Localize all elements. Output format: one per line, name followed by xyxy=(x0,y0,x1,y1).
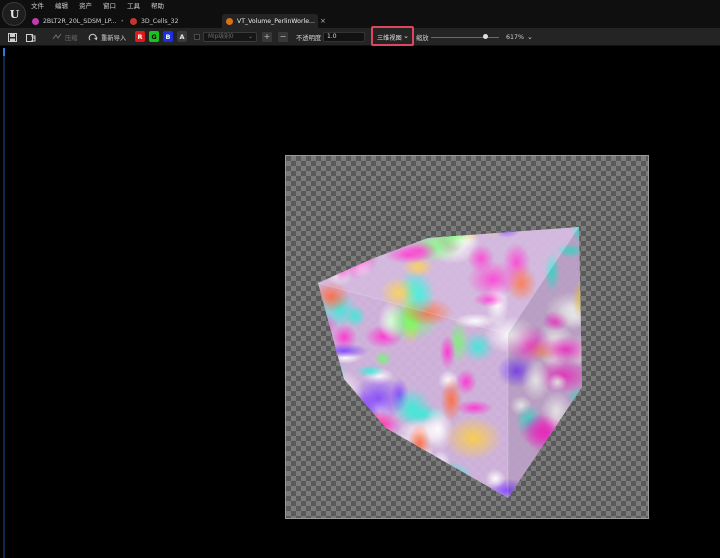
noise-blob xyxy=(391,387,433,427)
noise-blob xyxy=(366,447,390,462)
viewport-focus-indicator xyxy=(3,48,5,56)
noise-blob xyxy=(407,423,432,464)
channel-g-toggle[interactable]: G xyxy=(149,31,159,42)
noise-blob xyxy=(548,435,582,456)
noise-blob xyxy=(485,468,506,489)
chevron-down-icon: ⌄ xyxy=(527,33,533,41)
noise-blob xyxy=(429,449,451,479)
noise-blob xyxy=(331,401,374,449)
tab-label: 2BLT2R_20L_SDSM_LP... xyxy=(43,17,117,25)
tab-label: 3D_Cells_32 xyxy=(141,17,179,25)
compress-icon xyxy=(52,33,62,40)
noise-blob xyxy=(323,419,378,433)
compress-button[interactable]: 压缩 xyxy=(52,28,78,46)
material-asset-icon xyxy=(32,17,39,25)
viewport-left-border xyxy=(3,48,5,558)
zoom-label: 缩放 xyxy=(416,34,429,42)
opacity-input[interactable]: 1.0 xyxy=(323,32,365,42)
editor-toolbar: 压缩 重新导入 R G B A Mip级别0 ⌄ + − 不透明度 1.0 缩放… xyxy=(0,28,720,46)
noise-blob xyxy=(440,377,463,423)
menu-file[interactable]: 文件 xyxy=(31,1,51,11)
texture-preview-canvas[interactable] xyxy=(285,155,649,519)
checkbox-icon xyxy=(194,34,200,40)
tab-3d-cells[interactable]: 3D_Cells_32 xyxy=(126,14,222,28)
browse-asset-icon xyxy=(25,31,37,43)
noise-blob xyxy=(319,343,369,358)
noise-blob xyxy=(318,346,342,379)
compress-label: 压缩 xyxy=(65,34,78,42)
noise-blob xyxy=(373,350,393,367)
noise-blob xyxy=(318,246,336,277)
zoom-dropdown[interactable]: 617% ⌄ xyxy=(506,28,533,46)
document-tabs: 2BLT2R_20L_SDSM_LP... • 3D_Cells_32 VT_V… xyxy=(28,12,326,28)
noise-blob xyxy=(322,433,378,455)
zoom-value: 617% xyxy=(506,33,525,41)
reimport-icon xyxy=(88,33,98,40)
close-tab-icon[interactable]: × xyxy=(320,17,326,25)
tab-2blt2r[interactable]: 2BLT2R_20L_SDSM_LP... • xyxy=(28,14,126,28)
reimport-button[interactable]: 重新导入 xyxy=(88,28,126,46)
tab-label: VT_Volume_PerlinWorle... xyxy=(237,17,315,25)
noise-blob xyxy=(318,413,351,446)
menu-tools[interactable]: 工具 xyxy=(127,1,147,11)
menu-help[interactable]: 帮助 xyxy=(151,1,171,11)
chevron-down-icon: ⌄ xyxy=(403,32,409,40)
noise-blob xyxy=(439,334,456,370)
mip-checkbox[interactable] xyxy=(194,28,200,46)
noise-blob xyxy=(318,291,332,334)
texture-asset-icon xyxy=(130,17,137,25)
save-icon xyxy=(6,31,18,43)
zoom-slider[interactable] xyxy=(431,37,499,38)
tab-vt-volume[interactable]: VT_Volume_PerlinWorle... × xyxy=(222,14,326,28)
unreal-logo-icon[interactable]: U xyxy=(2,2,26,26)
save-button[interactable] xyxy=(6,28,18,46)
menu-edit[interactable]: 编辑 xyxy=(55,1,75,11)
channel-r-toggle[interactable]: R xyxy=(135,31,145,42)
view-mode-label: 三维视图 xyxy=(377,35,402,42)
noise-blob xyxy=(374,227,411,245)
noise-blob xyxy=(554,439,582,455)
noise-blob xyxy=(577,227,582,241)
noise-blob xyxy=(345,304,367,329)
channel-a-toggle[interactable]: A xyxy=(177,31,187,42)
noise-blob xyxy=(323,227,358,258)
unsaved-dot-icon: • xyxy=(120,17,125,25)
noise-blob xyxy=(375,478,418,496)
noise-blob xyxy=(348,391,378,432)
menu-asset[interactable]: 资产 xyxy=(79,1,99,11)
menu-window[interactable]: 窗口 xyxy=(103,1,123,11)
mip-level-label: Mip级别0 xyxy=(208,34,234,40)
zoom-slider-handle[interactable] xyxy=(482,34,488,39)
channel-b-toggle[interactable]: B xyxy=(163,31,173,42)
view-mode-dropdown[interactable]: 三维视图 ⌄ xyxy=(371,26,414,46)
noise-blob xyxy=(318,368,364,416)
noise-blob xyxy=(518,484,540,498)
main-menu: 文件 编辑 资产 窗口 工具 帮助 xyxy=(31,1,175,11)
mip-increase-button[interactable]: + xyxy=(262,32,272,42)
mip-decrease-button[interactable]: − xyxy=(278,32,288,42)
noise-blob xyxy=(423,475,449,498)
noise-blob xyxy=(353,430,400,451)
noise-blob xyxy=(326,233,351,257)
reimport-label: 重新导入 xyxy=(101,34,127,42)
noise-blob xyxy=(397,453,444,497)
browse-asset-button[interactable] xyxy=(25,28,37,46)
noise-blob xyxy=(550,461,582,498)
chevron-down-icon: ⌄ xyxy=(248,34,253,40)
noise-blob xyxy=(444,415,503,461)
volume-texture-asset-icon xyxy=(226,17,233,25)
volume-cube-render xyxy=(317,227,582,498)
opacity-label: 不透明度 xyxy=(296,34,322,42)
noise-blob xyxy=(338,227,383,234)
mip-level-select[interactable]: Mip级别0 ⌄ xyxy=(203,32,257,42)
title-bar: U 文件 编辑 资产 窗口 工具 帮助 2BLT2R_20L_SDSM_LP..… xyxy=(0,0,720,28)
noise-blob xyxy=(427,461,474,490)
